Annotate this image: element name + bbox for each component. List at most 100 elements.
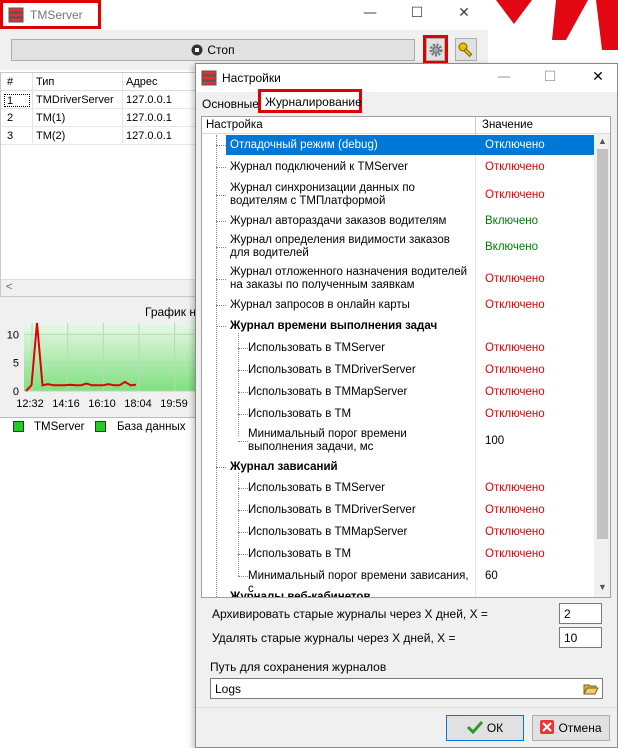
grid-header-setting[interactable]: Настройка [206,119,263,131]
setting-value[interactable]: Отключено [485,526,545,538]
tree-connector [238,554,248,555]
minimize-button[interactable]: — [360,5,380,21]
tree-connector [238,392,248,393]
tree-line [238,473,239,576]
archive-days-input[interactable]: 2 [559,603,602,624]
close-button[interactable]: ✕ [454,5,474,21]
setting-row[interactable]: Использовать в TMServer Отключено [202,337,594,359]
cancel-button[interactable]: Отмена [532,715,610,741]
setting-value[interactable]: Включено [485,215,538,227]
legend-label: TMServer [34,421,85,433]
setting-row[interactable]: Использовать в ТМ Отключено [202,543,594,565]
tab-logging[interactable]: Журналирование [258,89,362,113]
x-tick-label: 14:16 [52,398,80,410]
x-tick-label: 19:59 [160,398,188,410]
cell-address: 127.0.0.1 [126,94,172,106]
tab-general[interactable]: Основные [202,97,259,111]
setting-row[interactable]: Использовать в TMServer Отключено [202,477,594,499]
setting-name: Журнал автораздачи заказов водителям [230,214,447,227]
cell-num: 1 [4,94,30,107]
gear-icon [429,43,442,57]
setting-name: Минимальный порог времени выполнения зад… [248,428,407,453]
setting-value[interactable]: 60 [485,570,498,582]
table-hscrollbar[interactable]: < [1,279,197,296]
setting-value[interactable]: Отключено [485,548,545,560]
tree-connector [216,145,226,146]
setting-value[interactable]: 100 [485,435,504,447]
stop-button-label: Стоп [207,43,235,57]
scroll-down-icon[interactable]: ▼ [598,582,607,592]
dialog-title-bar: Настройки — ☐ ✕ [196,64,617,92]
legend-swatch [13,421,24,432]
setting-value[interactable]: Отключено [485,299,545,311]
cancel-x-icon [540,720,555,734]
license-key-button[interactable] [455,38,477,61]
tree-connector [238,488,248,489]
grid-header-value[interactable]: Значение [482,119,533,131]
setting-row[interactable]: Журнал автораздачи заказов водителям Вклю… [202,211,594,231]
clients-table: # Тип Адрес 1 TMDriverServer 127.0.0.1 2… [0,72,197,297]
col-header-address[interactable]: Адрес [126,76,158,88]
setting-value[interactable]: Отключено [485,139,545,151]
scroll-left-icon[interactable]: < [6,281,12,293]
x-tick-label: 16:10 [88,398,116,410]
setting-value[interactable]: Отключено [485,504,545,516]
setting-row[interactable]: Журнал определения видимости заказов для… [202,231,594,263]
settings-dialog: Настройки — ☐ ✕ Основные Журналирование … [195,63,618,748]
setting-row[interactable]: Журнал синхронизации данных по водителям… [202,179,594,211]
server-icon [201,70,217,86]
setting-row[interactable]: Использовать в TMDriverServer Отключено [202,359,594,381]
cell-type: TMDriverServer [36,94,114,106]
setting-value[interactable]: Отключено [485,161,545,173]
setting-value[interactable]: Отключено [485,189,545,201]
grid-vscrollbar[interactable]: ▲ ▼ [594,134,610,597]
setting-name: Использовать в TMServer [248,481,385,494]
setting-row[interactable]: Использовать в TMMapServer Отключено [202,381,594,403]
setting-value[interactable]: Включено [485,241,538,253]
maximize-button[interactable]: ☐ [407,5,427,21]
dialog-maximize-button[interactable]: ☐ [540,69,560,85]
setting-value[interactable]: Отключено [485,482,545,494]
setting-row[interactable]: Минимальный порог времени выполнения зад… [202,425,594,457]
setting-row[interactable]: Журнал времени выполнения задач [202,315,594,337]
setting-value[interactable]: Отключено [485,342,545,354]
col-header-num[interactable]: # [7,76,13,88]
setting-row[interactable]: Журнал отложенного назначения водителей … [202,263,594,295]
cell-type: TM(2) [36,130,66,142]
setting-row[interactable]: Журнал запросов в онлайн карты Отключено [202,295,594,315]
setting-name: Журнал зависаний [230,460,338,473]
folder-open-icon[interactable] [583,682,599,696]
table-row[interactable]: 2 TM(1) 127.0.0.1 [1,110,197,127]
col-header-type[interactable]: Тип [36,76,54,88]
archive-label: Архивировать старые журналы через X дней… [212,607,488,621]
table-row[interactable]: 3 TM(2) 127.0.0.1 [1,128,197,145]
scroll-up-icon[interactable]: ▲ [598,136,607,146]
dialog-close-button[interactable]: ✕ [588,69,608,85]
setting-name: Использовать в ТМ [248,547,352,560]
setting-value[interactable]: Отключено [485,364,545,376]
setting-row[interactable]: Журнал зависаний [202,457,594,477]
setting-row[interactable]: Использовать в ТМ Отключено [202,403,594,425]
tree-connector [216,221,226,222]
scroll-thumb[interactable] [597,149,608,539]
setting-row[interactable]: Отладочный режим (debug) Отключено [202,135,594,155]
stop-button[interactable]: Стоп [11,39,415,61]
logs-path-input[interactable]: Logs [210,678,603,699]
setting-row[interactable]: Журналы веб-кабинетов [202,587,594,598]
setting-value[interactable]: Отключено [485,273,545,285]
setting-row[interactable]: Использовать в TMMapServer Отключено [202,521,594,543]
cell-address: 127.0.0.1 [126,112,172,124]
setting-row[interactable]: Минимальный порог времени зависания, с 60 [202,565,594,595]
setting-row[interactable]: Использовать в TMDriverServer Отключено [202,499,594,521]
setting-value[interactable]: Отключено [485,386,545,398]
tree-connector [238,414,248,415]
settings-button[interactable] [426,38,445,61]
y-tick-label: 5 [13,358,19,370]
setting-value[interactable]: Отключено [485,408,545,420]
table-row[interactable]: 1 TMDriverServer 127.0.0.1 [1,92,197,109]
dialog-minimize-button[interactable]: — [494,69,514,85]
delete-days-input[interactable]: 10 [559,627,602,648]
setting-row[interactable]: Журнал подключений к TMServer Отключено [202,155,594,179]
ok-button[interactable]: ОК [446,715,524,741]
tree-connector [216,597,226,598]
